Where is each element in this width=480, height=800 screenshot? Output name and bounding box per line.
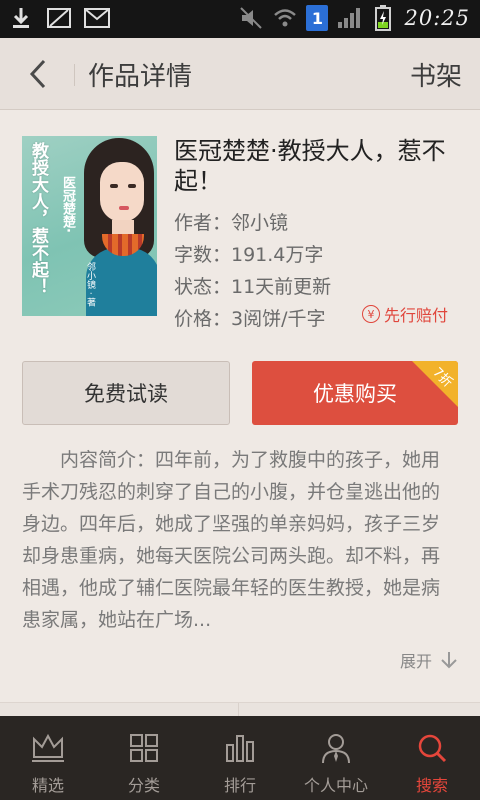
tab-label: 个人中心 — [303, 776, 368, 795]
page-title: 作品详情 — [88, 62, 193, 92]
expand-button[interactable]: 展开 — [400, 648, 458, 672]
chevron-left-icon — [29, 59, 46, 89]
bar-chart-icon — [222, 730, 258, 766]
book-cover: 教授大人，惹不起！ 医冠楚楚· 邻小镜 · 著 — [22, 136, 157, 316]
book-title: 医冠楚楚·教授大人，惹不起！ — [174, 137, 446, 195]
advance-compensation-label: 先行赔付 — [384, 306, 449, 325]
battery-charging-icon — [370, 5, 396, 31]
bottom-tab-bar: 精选 分类 排行 个人中心 搜索 — [0, 716, 480, 800]
tab-label: 搜索 — [415, 776, 448, 795]
nav-bar: 作品详情 书架 — [0, 38, 480, 110]
book-price: 价格：3阅饼/千字 — [174, 308, 326, 330]
cover-author: 邻小镜 · 著 — [85, 262, 95, 307]
notification-badge: 1 — [306, 5, 329, 31]
tab-categories[interactable]: 分类 — [96, 716, 192, 800]
buy-label: 优惠购买 — [313, 382, 397, 406]
tab-label: 排行 — [223, 776, 256, 795]
expand-label: 展开 — [399, 652, 432, 671]
tab-search[interactable]: 搜索 — [384, 716, 480, 800]
tab-ranking[interactable]: 排行 — [192, 716, 288, 800]
yen-icon: ¥ — [362, 305, 380, 323]
discount-buy-button[interactable]: 优惠购买 7折 — [252, 361, 458, 425]
crown-icon — [30, 730, 66, 766]
cover-side-title: 医冠楚楚· — [60, 176, 75, 233]
cover-title-text: 教授大人，惹不起！ — [28, 142, 48, 295]
section-divider — [0, 702, 480, 717]
mail-icon — [84, 5, 110, 31]
tab-label: 精选 — [31, 776, 64, 795]
advance-compensation-badge[interactable]: ¥ 先行赔付 — [362, 302, 448, 326]
free-read-label: 免费试读 — [84, 382, 168, 406]
tab-label: 分类 — [127, 776, 160, 795]
signal-icon — [336, 5, 362, 31]
back-button[interactable] — [18, 54, 58, 94]
grid-icon — [126, 730, 162, 766]
bookshelf-button[interactable]: 书架 — [410, 56, 462, 93]
user-icon — [318, 730, 354, 766]
arrow-down-icon — [441, 652, 457, 669]
book-intro: 内容简介：四年前，为了救腹中的孩子，她用手术刀残忍的刺穿了自己的小腹，并仓皇逃出… — [22, 449, 441, 631]
status-bar: 1 20:25 — [0, 0, 480, 38]
free-read-button[interactable]: 免费试读 — [22, 361, 230, 425]
book-status: 状态：11天前更新 — [174, 276, 332, 298]
search-icon — [414, 730, 450, 766]
no-image-icon — [46, 5, 72, 31]
book-word-count: 字数：191.4万字 — [174, 244, 324, 266]
nav-divider — [74, 64, 75, 86]
download-icon — [8, 5, 34, 31]
mute-icon — [238, 5, 264, 31]
book-author: 作者：邻小镜 — [174, 212, 289, 234]
tab-featured[interactable]: 精选 — [0, 716, 96, 800]
clock: 20:25 — [404, 6, 470, 30]
wifi-icon — [272, 5, 298, 31]
tab-profile[interactable]: 个人中心 — [288, 716, 384, 800]
